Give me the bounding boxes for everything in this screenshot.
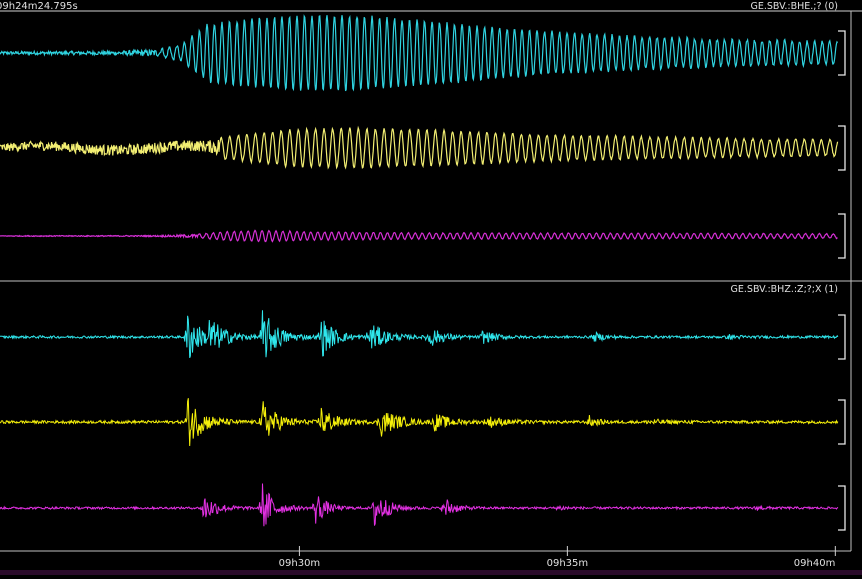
start-time-label: 09h24m24.795s <box>0 1 78 12</box>
time-tick-label: 09h35m <box>547 558 589 569</box>
panel-1-channel-label: GE.SBV.:BHZ.:Z;?;X (1) <box>731 284 838 295</box>
seismogram-plot: 09h24m24.795s GE.SBV.:BHE.;? (0) GE.SBV.… <box>0 0 862 575</box>
seismogram-viewer: 09h24m24.795s GE.SBV.:BHE.;? (0) GE.SBV.… <box>0 0 862 575</box>
time-tick-label: 09h30m <box>279 558 321 569</box>
bottom-bar <box>0 570 862 575</box>
panel-0-channel-label: GE.SBV.:BHE.;? (0) <box>750 1 838 12</box>
time-tick-label: 09h40m <box>794 558 836 569</box>
